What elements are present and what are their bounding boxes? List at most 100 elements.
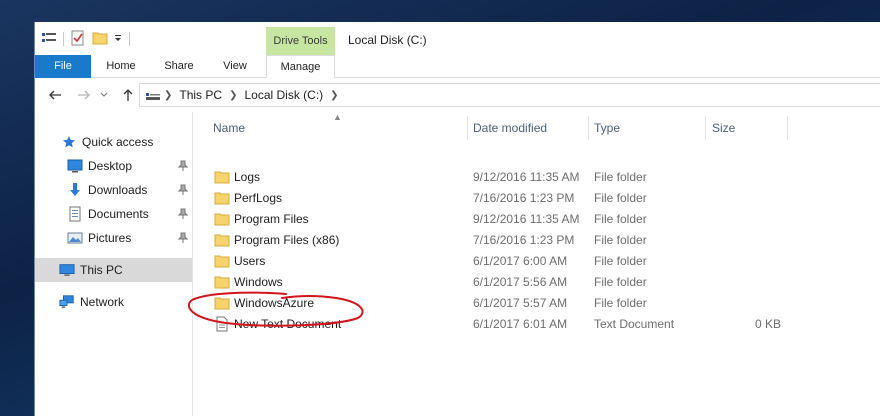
file-name: Program Files [234, 212, 309, 226]
documents-icon [67, 206, 83, 222]
file-row-program-files-x86[interactable]: Program Files (x86) 7/16/2016 1:23 PM Fi… [205, 230, 880, 251]
sidebar-item-pictures[interactable]: Pictures [35, 226, 192, 250]
sidebar-item-label: Downloads [88, 183, 148, 197]
column-header-type[interactable]: Type [594, 116, 704, 140]
file-date: 7/16/2016 1:23 PM [473, 191, 575, 205]
file-type: File folder [594, 254, 647, 268]
folder-icon [214, 274, 230, 290]
qat-divider [63, 32, 64, 46]
breadcrumb-local-disk[interactable]: Local Disk (C:) [244, 88, 323, 102]
column-divider[interactable] [787, 116, 788, 140]
up-button[interactable] [120, 87, 136, 103]
file-size: 0 KB [754, 317, 781, 331]
pin-icon[interactable] [177, 232, 189, 244]
file-type: File folder [594, 212, 647, 226]
new-folder-icon[interactable] [92, 30, 108, 49]
explorer-window: Drive Tools Local Disk (C:) File Home Sh… [34, 22, 880, 416]
file-type: File folder [594, 233, 647, 247]
sidebar-item-desktop[interactable]: Desktop [35, 154, 192, 178]
file-date: 6/1/2017 5:56 AM [473, 275, 568, 289]
file-name: WindowsAzure [234, 296, 315, 310]
file-list-pane: ▲ Name Date modified Type Size Logs 9/12… [205, 112, 880, 416]
file-type: Text Document [594, 317, 675, 331]
title-bar: Drive Tools Local Disk (C:) [35, 22, 880, 55]
breadcrumb-separator-icon[interactable]: ❯ [229, 90, 237, 101]
file-name: Logs [234, 170, 261, 184]
breadcrumb-separator-icon[interactable]: ❯ [164, 90, 172, 101]
drive-tools-context-tab: Drive Tools [266, 27, 335, 55]
sidebar-item-quick-access[interactable]: Quick access [35, 130, 192, 154]
pin-icon[interactable] [177, 184, 189, 196]
file-row-windowsazure[interactable]: WindowsAzure 6/1/2017 5:57 AM File folde… [205, 293, 880, 314]
file-type: File folder [594, 296, 647, 310]
breadcrumb-this-pc[interactable]: This PC [179, 88, 222, 102]
file-size [709, 209, 781, 230]
forward-button[interactable] [76, 87, 92, 103]
star-icon [61, 134, 77, 150]
properties-icon[interactable] [41, 30, 57, 49]
column-header-name[interactable]: Name [213, 116, 467, 140]
ribbon-tab-bar: File Home Share View Manage [35, 55, 880, 79]
sidebar-item-network[interactable]: Network [35, 290, 192, 314]
column-divider[interactable] [705, 116, 706, 140]
file-date: 6/1/2017 6:01 AM [473, 317, 568, 331]
folder-icon [214, 190, 230, 206]
tab-file[interactable]: File [35, 55, 91, 78]
recent-locations-button[interactable] [99, 87, 109, 103]
sidebar-item-label: Quick access [82, 135, 154, 149]
file-size [709, 251, 781, 272]
tab-view[interactable]: View [210, 55, 260, 78]
back-button[interactable] [47, 87, 63, 103]
chevron-down-icon [100, 92, 108, 97]
sidebar-item-documents[interactable]: Documents [35, 202, 192, 226]
tab-manage[interactable]: Manage [266, 55, 335, 79]
file-size [709, 272, 781, 293]
file-row-logs[interactable]: Logs 9/12/2016 11:35 AM File folder [205, 167, 880, 188]
file-row-program-files[interactable]: Program Files 9/12/2016 11:35 AM File fo… [205, 209, 880, 230]
desktop-icon [67, 158, 83, 174]
pin-icon[interactable] [177, 160, 189, 172]
customize-qat-dropdown-icon[interactable] [113, 30, 123, 49]
file-name: Program Files (x86) [234, 233, 340, 247]
file-row-windows[interactable]: Windows 6/1/2017 5:56 AM File folder [205, 272, 880, 293]
text-file-icon [214, 316, 230, 332]
file-name: New Text Document [234, 317, 342, 331]
column-header-size[interactable]: Size [712, 116, 782, 140]
file-date: 9/12/2016 11:35 AM [473, 212, 580, 226]
tab-share[interactable]: Share [153, 55, 205, 78]
pin-icon[interactable] [177, 208, 189, 220]
column-header-date-modified[interactable]: Date modified [473, 116, 583, 140]
column-divider[interactable] [467, 116, 468, 140]
file-type: File folder [594, 275, 647, 289]
folder-icon [214, 295, 230, 311]
checkmark-doc-icon[interactable] [70, 30, 86, 49]
navigation-pane: Quick access Desktop Downloads Documents… [35, 112, 193, 416]
file-type: File folder [594, 191, 647, 205]
forward-arrow-icon [78, 90, 90, 100]
qat-divider-2 [129, 32, 130, 46]
navigation-bar: ❯ This PC ❯ Local Disk (C:) ❯ [35, 78, 880, 112]
sidebar-item-label: Desktop [88, 159, 133, 173]
column-divider[interactable] [588, 116, 589, 140]
tab-home[interactable]: Home [95, 55, 147, 78]
folder-icon [214, 211, 230, 227]
download-arrow-icon [67, 182, 83, 198]
file-size [709, 188, 781, 209]
back-arrow-icon [49, 90, 61, 100]
file-size [709, 167, 781, 188]
sidebar-item-this-pc[interactable]: This PC [35, 258, 192, 282]
breadcrumb-separator-icon[interactable]: ❯ [330, 90, 338, 101]
file-date: 6/1/2017 6:00 AM [473, 254, 568, 268]
sidebar-item-downloads[interactable]: Downloads [35, 178, 192, 202]
sidebar-item-label: Pictures [88, 231, 132, 245]
address-bar[interactable]: ❯ This PC ❯ Local Disk (C:) ❯ [139, 83, 880, 107]
window-title: Local Disk (C:) [348, 33, 427, 47]
up-arrow-icon [123, 89, 133, 101]
folder-icon [214, 169, 230, 185]
file-size [709, 293, 781, 314]
file-row-new-text-document[interactable]: New Text Document 6/1/2017 6:01 AM Text … [205, 314, 880, 335]
file-row-perflogs[interactable]: PerfLogs 7/16/2016 1:23 PM File folder [205, 188, 880, 209]
file-row-users[interactable]: Users 6/1/2017 6:00 AM File folder [205, 251, 880, 272]
monitor-icon [59, 262, 75, 278]
file-size [709, 230, 781, 251]
